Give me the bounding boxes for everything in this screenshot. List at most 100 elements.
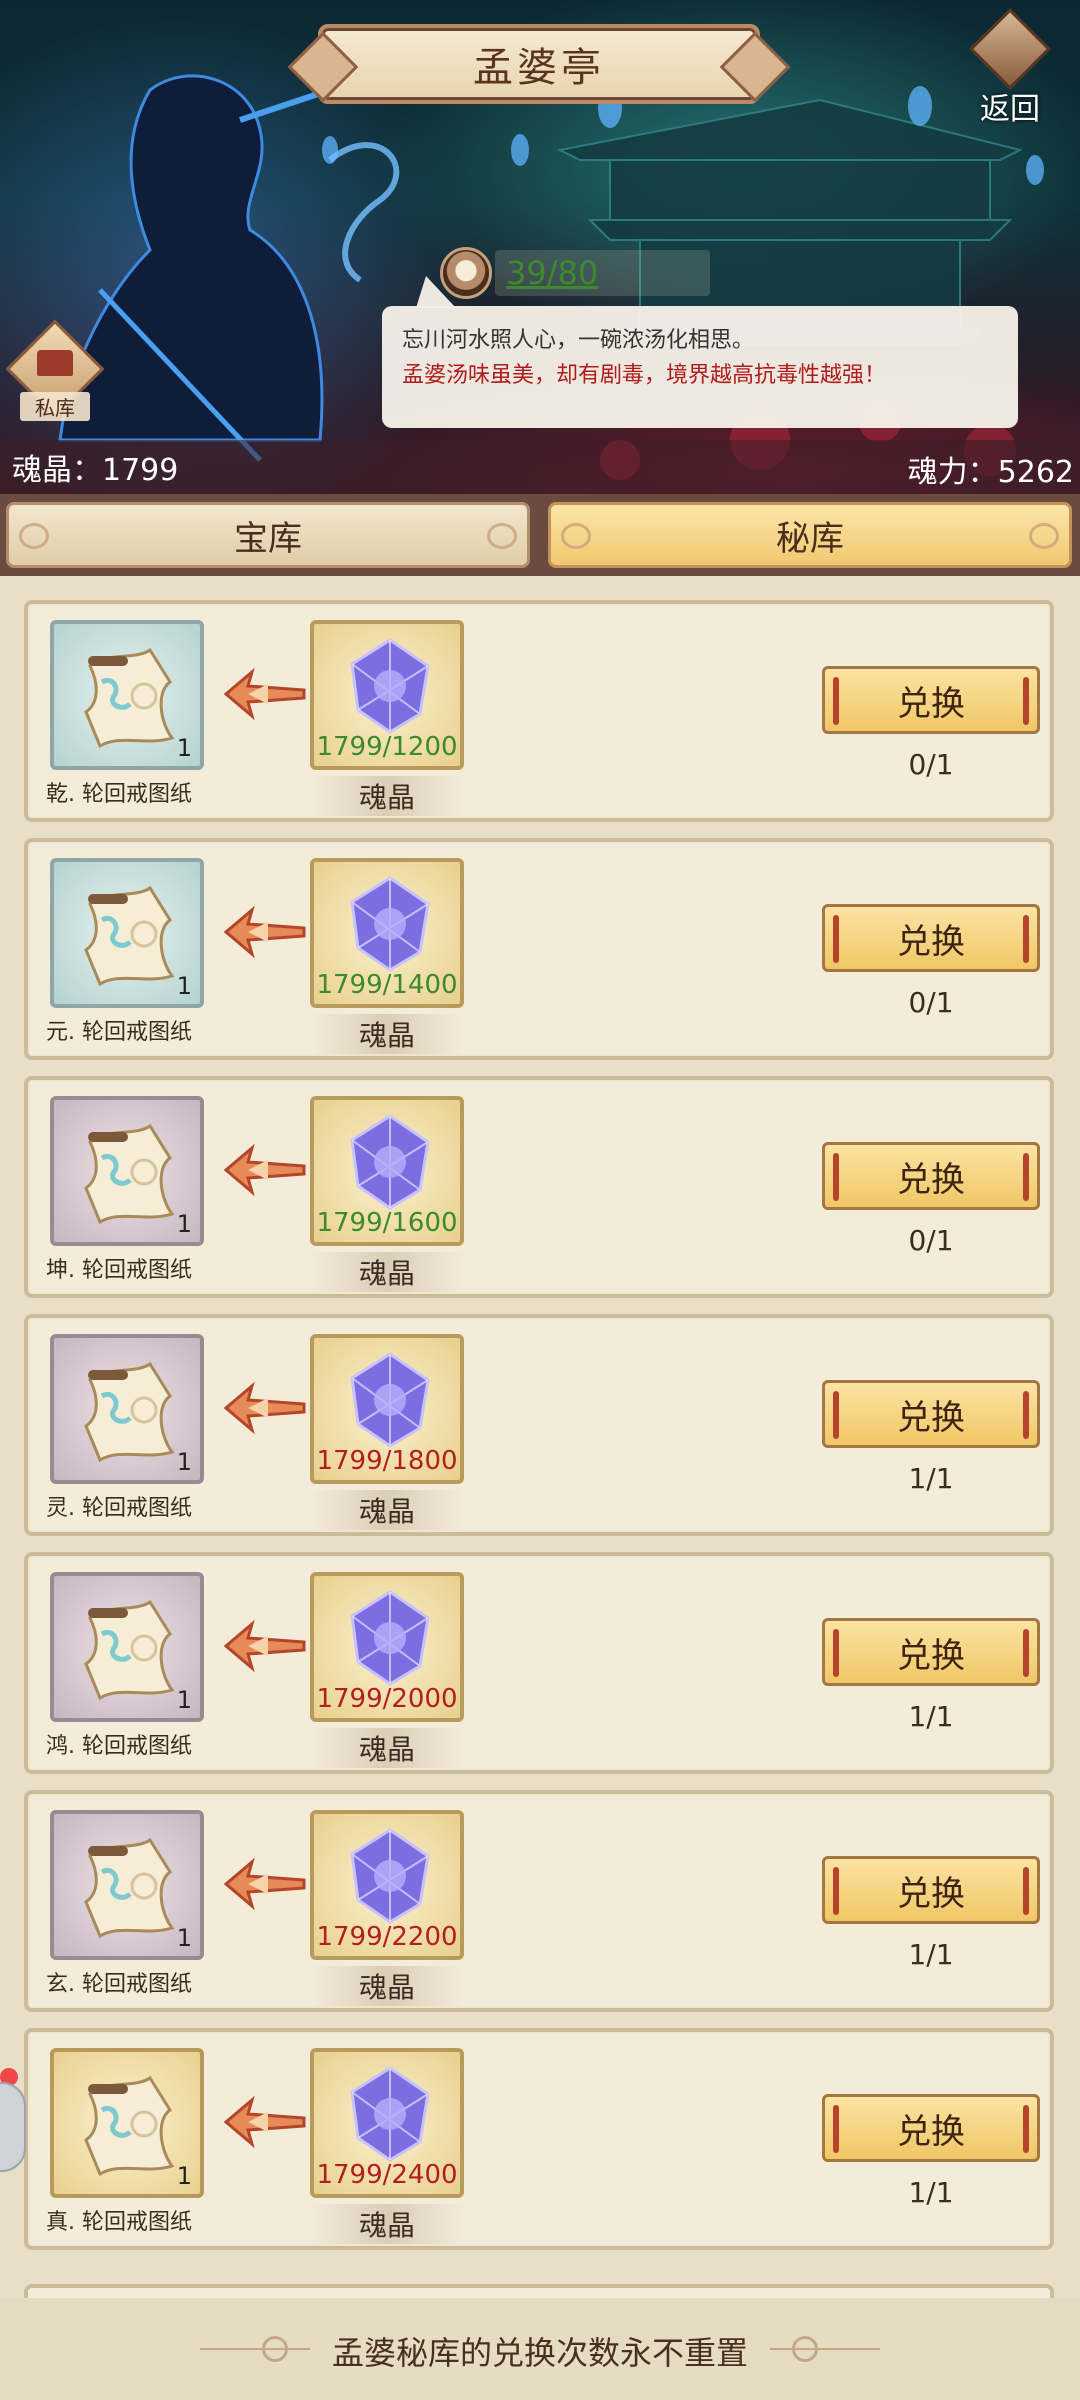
exchange-button[interactable]: 兑换 [822,904,1040,972]
tab-cloud-ornament-icon [19,523,49,549]
reward-item-slot[interactable]: 1 [50,1334,204,1484]
scroll-blueprint-icon [76,642,180,752]
reward-item-slot[interactable]: 1 [50,2048,204,2198]
scroll-blueprint-icon [76,880,180,990]
soul-crystal-icon [344,636,436,736]
reward-count: 1 [176,1210,192,1238]
reward-item-slot[interactable]: 1 [50,1572,204,1722]
cost-item-slot[interactable]: 1799/2400 [310,2048,464,2198]
exchange-list[interactable]: 1 乾. 轮回戒图纸 1799/1200 魂晶 兑换 0/1 1 元. 轮回戒图纸 1799/1… [0,578,1080,2298]
exchange-limit: 0/1 [908,1224,954,1257]
dialogue-warning-line: 孟婆汤味虽美，却有剧毒，境界越高抗毒性越强！ [402,363,887,388]
reward-count: 1 [176,2162,192,2190]
reward-name: 鸿. 轮回戒图纸 [46,1734,192,1759]
tab-treasury[interactable]: 宝库 [6,502,530,568]
reward-count: 1 [176,972,192,1000]
exchange-limit: 1/1 [908,1462,954,1495]
list-item: 1 玄. 轮回戒图纸 1799/2200 魂晶 兑换 1/1 [24,1790,1054,2012]
scroll-blueprint-icon [76,1118,180,1228]
cost-count: 1799/1200 [316,732,458,762]
exchange-button[interactable]: 兑换 [822,1142,1040,1210]
exchange-button[interactable]: 兑换 [822,666,1040,734]
back-button[interactable]: 返回 [960,7,1060,127]
cost-count: 1799/2200 [316,1922,458,1952]
exchange-arrow-icon [218,902,308,962]
tab-secret-vault[interactable]: 秘库 [548,502,1072,568]
page-title: 孟婆亭 [473,45,605,91]
tab-cloud-ornament-icon [561,523,591,549]
reward-item-slot[interactable]: 1 [50,858,204,1008]
list-item: 1 真. 轮回戒图纸 1799/2400 魂晶 兑换 1/1 [24,2028,1054,2250]
list-item: 1 灵. 轮回戒图纸 1799/1800 魂晶 兑换 1/1 [24,1314,1054,1536]
exchange-limit: 1/1 [908,2176,954,2209]
private-vault-label: 私库 [20,392,90,421]
soup-counter[interactable]: 39/80 [440,247,598,299]
exchange-arrow-icon [218,1854,308,1914]
soul-crystal-icon [344,1350,436,1450]
cost-name: 魂晶 [310,1966,464,2006]
exchange-button[interactable]: 兑换 [822,1618,1040,1686]
cost-count: 1799/1600 [316,1208,458,1238]
private-vault-button[interactable]: 私库 [5,319,105,430]
cost-item-slot[interactable]: 1799/2000 [310,1572,464,1722]
exchange-limit: 1/1 [908,1938,954,1971]
header-scene: 孟婆亭 返回 39/80 忘川河水照人心，一碗浓汤化相思。 孟婆汤味虽美，却有剧… [0,0,1080,575]
exchange-arrow-icon [218,1378,308,1438]
soul-crystal-icon [344,874,436,974]
reward-item-slot[interactable]: 1 [50,1810,204,1960]
cost-item-slot[interactable]: 1799/1200 [310,620,464,770]
footer-note-bar: 孟婆秘库的兑换次数永不重置 [0,2298,1080,2400]
cost-item-slot[interactable]: 1799/1800 [310,1334,464,1484]
cost-name: 魂晶 [310,1490,464,1530]
exchange-button[interactable]: 兑换 [822,1380,1040,1448]
exchange-button[interactable]: 兑换 [822,2094,1040,2162]
exchange-button-label: 兑换 [897,2111,965,2152]
npc-dialogue-bubble: 忘川河水照人心，一碗浓汤化相思。 孟婆汤味虽美，却有剧毒，境界越高抗毒性越强！ [382,276,1018,428]
scroll-blueprint-icon [76,1356,180,1466]
list-item: 1 乾. 轮回戒图纸 1799/1200 魂晶 兑换 0/1 [24,600,1054,822]
cost-count: 1799/2000 [316,1684,458,1714]
exchange-button-label: 兑换 [897,683,965,724]
cost-name: 魂晶 [310,2204,464,2244]
cost-item-slot[interactable]: 1799/1400 [310,858,464,1008]
reward-count: 1 [176,1924,192,1952]
soul-crystal-icon [344,1826,436,1926]
reward-count: 1 [176,734,192,762]
back-label: 返回 [980,92,1040,127]
floating-side-handle[interactable] [0,2082,26,2172]
page-title-plaque: 孟婆亭 [318,24,760,104]
list-item-partial [24,2284,1054,2298]
exchange-button-label: 兑换 [897,921,965,962]
tab-cloud-ornament-icon [487,523,517,549]
list-item: 1 元. 轮回戒图纸 1799/1400 魂晶 兑换 0/1 [24,838,1054,1060]
reward-name: 乾. 轮回戒图纸 [46,782,192,807]
vault-tabs: 宝库 秘库 [0,494,1080,576]
reward-name: 真. 轮回戒图纸 [46,2210,192,2235]
private-vault-icon [37,350,73,376]
cost-name: 魂晶 [310,1252,464,1292]
exchange-limit: 0/1 [908,748,954,781]
exchange-limit: 1/1 [908,1700,954,1733]
reward-name: 灵. 轮回戒图纸 [46,1496,192,1521]
reward-count: 1 [176,1686,192,1714]
cost-count: 1799/2400 [316,2160,458,2190]
cost-item-slot[interactable]: 1799/2200 [310,1810,464,1960]
reward-count: 1 [176,1448,192,1476]
footer-note: 孟婆秘库的兑换次数永不重置 [331,2334,748,2372]
list-item: 1 坤. 轮回戒图纸 1799/1600 魂晶 兑换 0/1 [24,1076,1054,1298]
reward-item-slot[interactable]: 1 [50,1096,204,1246]
reward-name: 玄. 轮回戒图纸 [46,1972,192,1997]
reward-name: 坤. 轮回戒图纸 [46,1258,192,1283]
cost-item-slot[interactable]: 1799/1600 [310,1096,464,1246]
exchange-button-label: 兑换 [897,1397,965,1438]
footer-divider-right [770,2348,880,2350]
exchange-arrow-icon [218,2092,308,2152]
back-arrow-icon [968,7,1052,91]
tab-treasury-label: 宝库 [234,518,302,559]
soul-crystal-icon [344,1588,436,1688]
exchange-button[interactable]: 兑换 [822,1856,1040,1924]
reward-item-slot[interactable]: 1 [50,620,204,770]
exchange-button-label: 兑换 [897,1635,965,1676]
exchange-arrow-icon [218,1140,308,1200]
tab-cloud-ornament-icon [1029,523,1059,549]
